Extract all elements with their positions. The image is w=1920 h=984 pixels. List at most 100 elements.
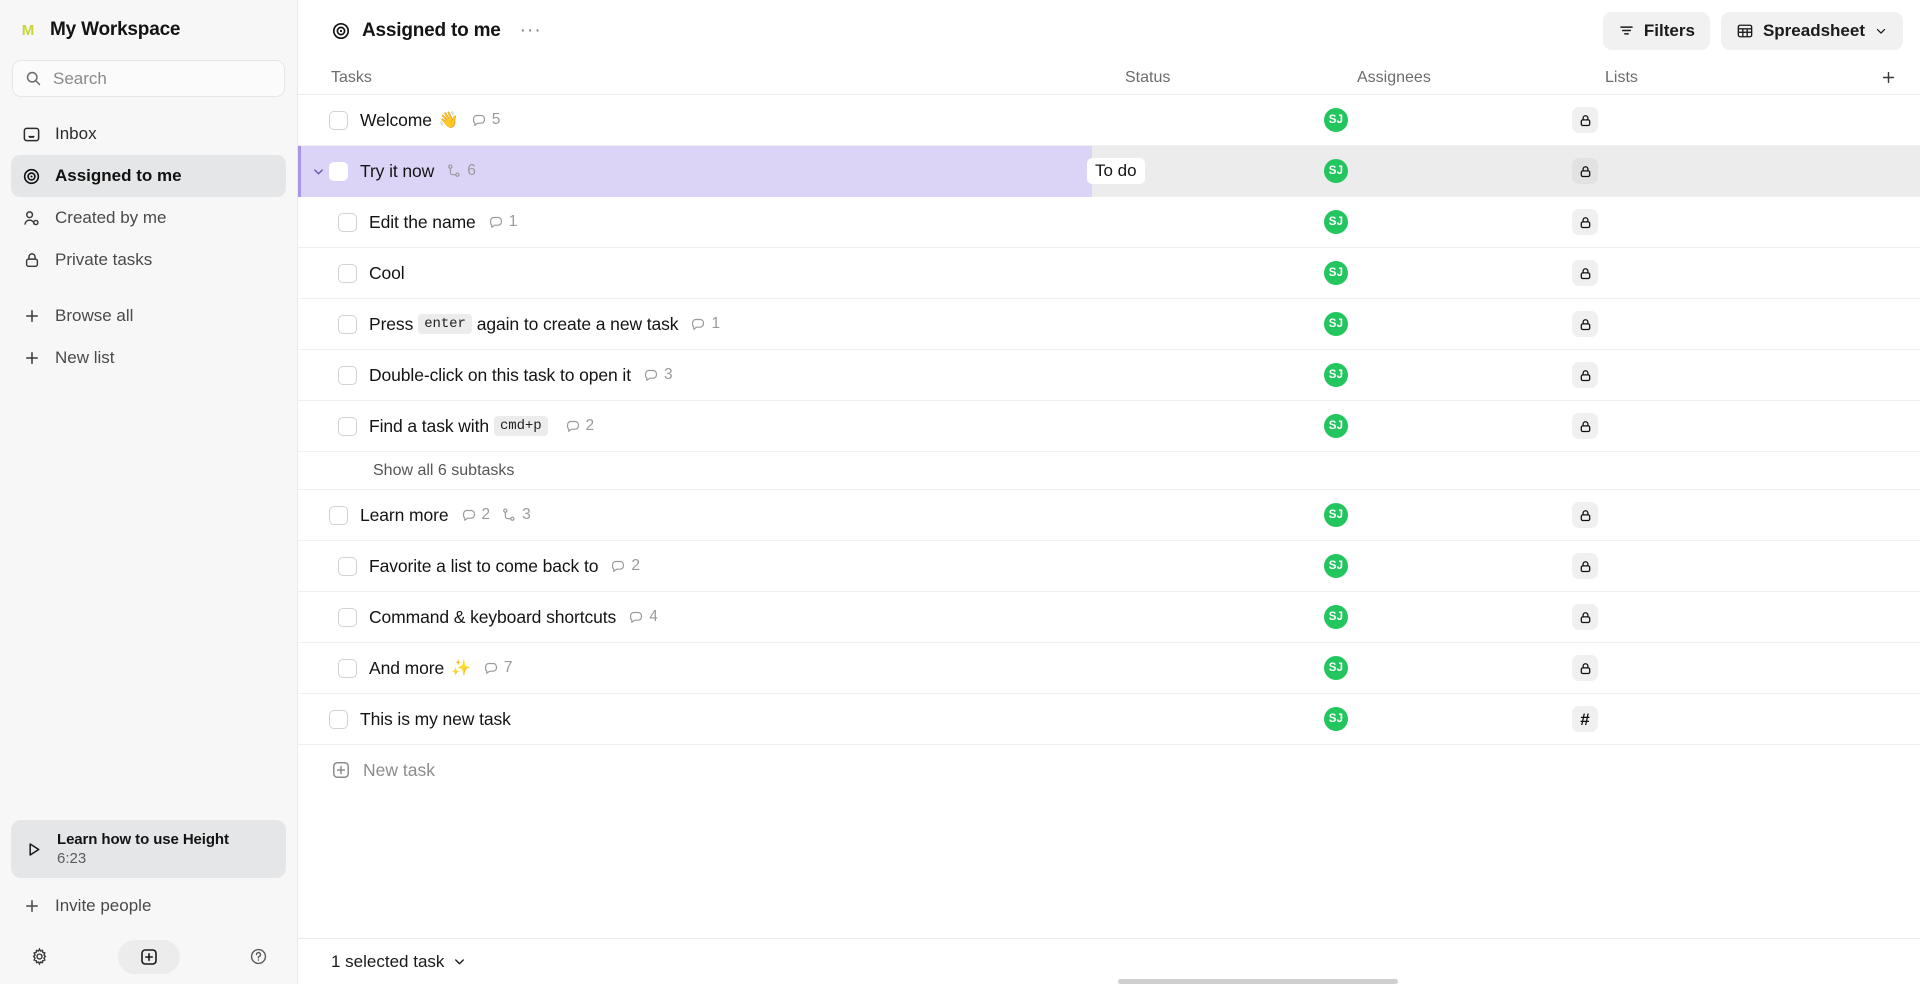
comment-icon — [471, 112, 487, 128]
assignee-cell[interactable]: SJ — [1324, 554, 1572, 578]
sidebar-item-assigned-to-me[interactable]: Assigned to me — [11, 155, 286, 197]
status-cell[interactable]: To do — [1092, 158, 1324, 184]
task-checkbox[interactable] — [329, 506, 348, 525]
task-name-cell[interactable]: Double-click on this task to open it3 — [298, 350, 1092, 401]
lists-cell[interactable] — [1572, 107, 1798, 133]
task-name-cell[interactable]: Find a task with cmd+p2 — [298, 401, 1092, 452]
filters-button[interactable]: Filters — [1603, 12, 1710, 50]
table-row[interactable]: Edit the name1 SJ — [298, 197, 1920, 248]
sidebar-item-inbox[interactable]: Inbox — [11, 113, 286, 155]
spreadsheet-view-button[interactable]: Spreadsheet — [1721, 12, 1903, 50]
assignee-cell[interactable]: SJ — [1324, 108, 1572, 132]
table-row[interactable]: Press enter again to create a new task1 S… — [298, 299, 1920, 350]
task-name-cell[interactable]: Cool — [298, 248, 1092, 299]
table-row[interactable]: Favorite a list to come back to2 SJ — [298, 541, 1920, 592]
task-name-cell[interactable]: This is my new task — [298, 694, 1092, 745]
table-row[interactable]: And more✨7 SJ — [298, 643, 1920, 694]
task-name-cell[interactable]: Press enter again to create a new task1 — [298, 299, 1092, 350]
assignee-cell[interactable]: SJ — [1324, 503, 1572, 527]
table-row[interactable]: Cool SJ — [298, 248, 1920, 299]
task-name-cell[interactable]: Favorite a list to come back to2 — [298, 541, 1092, 592]
lists-cell[interactable] — [1572, 413, 1798, 439]
lists-cell[interactable] — [1572, 158, 1798, 184]
task-checkbox[interactable] — [338, 608, 357, 627]
inbox-icon — [21, 124, 42, 145]
assignee-cell[interactable]: SJ — [1324, 363, 1572, 387]
task-checkbox[interactable] — [338, 264, 357, 283]
task-name-cell[interactable]: Try it now6 — [298, 146, 1092, 197]
column-header-assignees[interactable]: Assignees — [1357, 69, 1605, 87]
show-all-subtasks-button[interactable]: Show all 6 subtasks — [298, 452, 1920, 490]
task-name-cell[interactable]: Command & keyboard shortcuts4 — [298, 592, 1092, 643]
table-row[interactable]: Try it now6To doSJ — [298, 146, 1920, 197]
assignee-cell[interactable]: SJ — [1324, 605, 1572, 629]
selected-task-menu[interactable]: 1 selected task — [331, 952, 467, 972]
sidebar-item-new-list[interactable]: New list — [11, 337, 286, 379]
lock-icon — [1578, 559, 1593, 574]
help-button[interactable] — [241, 940, 275, 974]
task-checkbox[interactable] — [338, 315, 357, 334]
chevron-down-icon[interactable] — [307, 164, 329, 179]
list-chip — [1572, 655, 1598, 681]
column-header-lists[interactable]: Lists — [1605, 69, 1831, 87]
table-row[interactable]: Command & keyboard shortcuts4 SJ — [298, 592, 1920, 643]
table-row[interactable]: Welcome👋5 SJ — [298, 95, 1920, 146]
lists-cell[interactable] — [1572, 260, 1798, 286]
table-row[interactable]: This is my new task SJ # — [298, 694, 1920, 745]
column-header-tasks[interactable]: Tasks — [331, 69, 1125, 87]
comment-icon — [483, 660, 499, 676]
column-header-status[interactable]: Status — [1125, 69, 1357, 87]
lists-cell[interactable]: # — [1572, 706, 1798, 732]
table-row[interactable]: Learn more23 SJ — [298, 490, 1920, 541]
avatar: SJ — [1324, 707, 1348, 731]
task-checkbox[interactable] — [338, 213, 357, 232]
table-row[interactable]: Double-click on this task to open it3 SJ — [298, 350, 1920, 401]
sidebar-item-browse-all[interactable]: Browse all — [11, 295, 286, 337]
add-column-button[interactable] — [1831, 69, 1903, 86]
lists-cell[interactable] — [1572, 209, 1798, 235]
lists-cell[interactable] — [1572, 655, 1798, 681]
search-input[interactable]: Search — [12, 60, 285, 97]
assignee-cell[interactable]: SJ — [1324, 210, 1572, 234]
assignee-cell[interactable]: SJ — [1324, 312, 1572, 336]
lists-cell[interactable] — [1572, 311, 1798, 337]
new-task-button[interactable]: New task — [298, 745, 1920, 795]
assignee-cell[interactable]: SJ — [1324, 159, 1572, 183]
hash-icon: # — [1580, 711, 1589, 728]
task-checkbox[interactable] — [338, 659, 357, 678]
sidebar-item-created-by-me[interactable]: Created by me — [11, 197, 286, 239]
task-checkbox[interactable] — [338, 417, 357, 436]
view-title[interactable]: Assigned to me ··· — [331, 20, 546, 42]
task-name-cell[interactable]: Edit the name1 — [298, 197, 1092, 248]
table-row[interactable]: Find a task with cmd+p2 SJ — [298, 401, 1920, 452]
task-checkbox[interactable] — [338, 366, 357, 385]
learn-how-to-use-height-card[interactable]: Learn how to use Height 6:23 — [11, 820, 286, 878]
comment-count: 5 — [471, 111, 501, 129]
task-checkbox[interactable] — [329, 162, 348, 181]
assignee-cell[interactable]: SJ — [1324, 414, 1572, 438]
horizontal-scrollbar[interactable] — [1118, 979, 1398, 984]
lists-cell[interactable] — [1572, 362, 1798, 388]
comment-icon — [565, 418, 581, 434]
task-title: This is my new task — [360, 709, 511, 730]
workspace-header[interactable]: M My Workspace — [0, 0, 297, 57]
invite-people-button[interactable]: Invite people — [0, 884, 297, 928]
sidebar-item-private-tasks[interactable]: Private tasks — [11, 239, 286, 281]
lists-cell[interactable] — [1572, 502, 1798, 528]
chevron-down-icon — [452, 954, 467, 969]
lists-cell[interactable] — [1572, 553, 1798, 579]
task-checkbox[interactable] — [329, 111, 348, 130]
task-name-cell[interactable]: Welcome👋5 — [298, 95, 1092, 146]
new-button[interactable] — [118, 940, 180, 974]
task-checkbox[interactable] — [338, 557, 357, 576]
assignee-cell[interactable]: SJ — [1324, 261, 1572, 285]
more-options-button[interactable]: ··· — [516, 26, 546, 36]
task-name-cell[interactable]: Learn more23 — [298, 490, 1092, 541]
settings-button[interactable] — [22, 940, 56, 974]
lists-cell[interactable] — [1572, 604, 1798, 630]
task-name-cell[interactable]: And more✨7 — [298, 643, 1092, 694]
assignee-cell[interactable]: SJ — [1324, 707, 1572, 731]
task-checkbox[interactable] — [329, 710, 348, 729]
assignee-cell[interactable]: SJ — [1324, 656, 1572, 680]
list-chip — [1572, 604, 1598, 630]
